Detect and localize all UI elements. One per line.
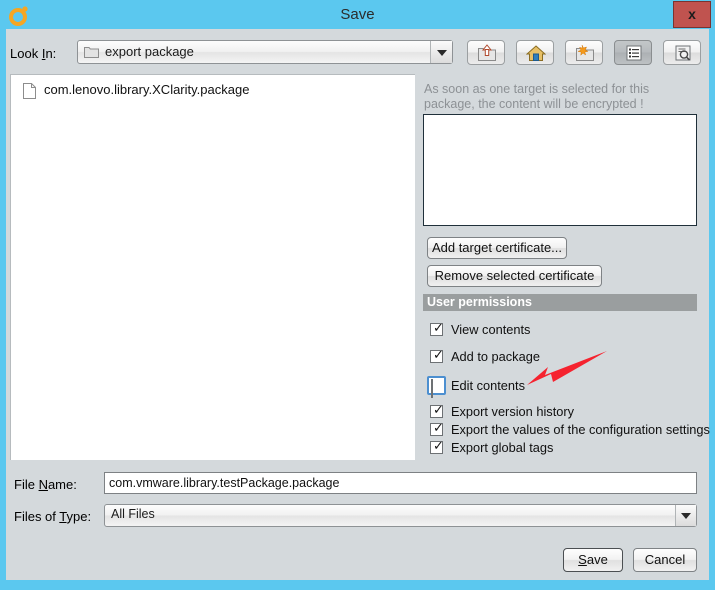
folder-icon (84, 47, 99, 58)
close-button[interactable]: x (673, 1, 711, 28)
title-bar: Save x (0, 0, 715, 29)
list-view-icon (626, 45, 642, 61)
document-icon (23, 83, 36, 99)
permission-label: Export version history (451, 404, 575, 419)
remove-selected-certificate-button[interactable]: Remove selected certificate (427, 265, 602, 287)
file-list[interactable]: com.lenovo.library.XClarity.package (10, 74, 415, 460)
permission-label: Export the values of the configuration s… (451, 422, 710, 437)
files-of-type-value: All Files (111, 507, 155, 521)
look-in-combobox[interactable]: export package (77, 40, 453, 64)
save-dialog: Save x Look In: export package com.lenov… (0, 0, 715, 590)
window-title: Save (340, 6, 375, 23)
permission-label: Edit contents (451, 378, 525, 393)
checkbox[interactable]: ✓ (430, 349, 444, 363)
new-folder-icon (576, 44, 594, 61)
home-icon (526, 45, 546, 61)
checkbox[interactable]: ✓ (430, 404, 444, 418)
add-target-certificate-button[interactable]: Add target certificate... (427, 237, 567, 259)
chevron-down-icon[interactable] (675, 505, 696, 526)
new-folder-button[interactable] (565, 40, 603, 65)
look-in-value: export package (105, 44, 194, 59)
save-button[interactable]: Save (563, 548, 623, 572)
files-of-type-combobox[interactable]: All Files (104, 504, 697, 527)
target-certificate-list[interactable] (423, 114, 697, 226)
permission-label: Export global tags (451, 440, 554, 455)
up-one-level-button[interactable] (467, 40, 505, 65)
list-item[interactable]: com.lenovo.library.XClarity.package (11, 81, 415, 103)
file-name-input[interactable] (104, 472, 697, 494)
look-in-label: Look In: (10, 46, 57, 61)
file-name-label: com.lenovo.library.XClarity.package (44, 82, 250, 97)
user-permissions-header: User permissions (423, 294, 697, 311)
folder-up-icon (478, 44, 496, 61)
checkbox[interactable] (427, 376, 446, 398)
details-view-button[interactable] (663, 40, 701, 65)
chevron-down-icon[interactable] (430, 41, 452, 63)
permission-label: View contents (451, 322, 531, 337)
encryption-note: As soon as one target is selected for th… (424, 82, 650, 111)
checkbox[interactable]: ✓ (430, 322, 444, 336)
details-view-icon (675, 45, 691, 61)
checkbox[interactable]: ✓ (430, 440, 444, 454)
list-view-button[interactable] (614, 40, 652, 65)
permission-label: Add to package (451, 349, 540, 364)
file-name-label-static: File Name: (14, 477, 77, 492)
checkbox[interactable]: ✓ (430, 422, 444, 436)
home-button[interactable] (516, 40, 554, 65)
files-of-type-label-static: Files of Type: (14, 509, 92, 524)
cancel-button[interactable]: Cancel (633, 548, 697, 572)
user-permissions-title: User permissions (427, 295, 532, 309)
